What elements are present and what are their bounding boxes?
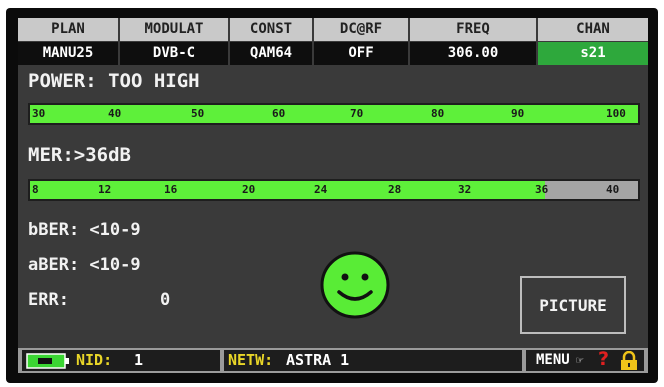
power-scale-tick: 70 bbox=[350, 107, 364, 120]
mer-scale-tick: 40 bbox=[606, 183, 620, 196]
power-level-bar: 30 40 50 60 70 80 90 100 bbox=[28, 103, 640, 125]
power-scale-tick: 80 bbox=[431, 107, 445, 120]
power-scale-tick: 90 bbox=[511, 107, 525, 120]
question-mark-icon[interactable]: ? bbox=[598, 348, 609, 370]
network-label: NETW: bbox=[228, 351, 274, 369]
power-status-label: POWER: TOO HIGH bbox=[28, 70, 200, 92]
mer-scale-tick: 12 bbox=[98, 183, 112, 196]
err-value: 0 bbox=[160, 290, 171, 310]
header-value-plan[interactable]: MANU25 bbox=[18, 42, 120, 65]
battery-icon bbox=[26, 353, 69, 369]
header-value-frequency[interactable]: 306.00 bbox=[410, 42, 538, 65]
menu-label[interactable]: MENU bbox=[536, 352, 570, 368]
power-scale-tick: 50 bbox=[191, 107, 205, 120]
aber-readout: aBER: <10-9 bbox=[28, 255, 141, 275]
header-label-frequency[interactable]: FREQ bbox=[410, 18, 538, 41]
mer-scale-tick: 36 bbox=[535, 183, 549, 196]
menu-hand-icon[interactable]: ☞ bbox=[576, 353, 583, 367]
nid-label: NID: bbox=[76, 351, 113, 369]
mer-scale-tick: 24 bbox=[314, 183, 328, 196]
mer-scale-tick: 32 bbox=[458, 183, 472, 196]
smiley-face-icon bbox=[320, 251, 390, 319]
header-label-dc-at-rf[interactable]: DC@RF bbox=[314, 18, 410, 41]
mer-scale-tick: 20 bbox=[242, 183, 256, 196]
power-scale-tick: 30 bbox=[32, 107, 46, 120]
measurement-header: PLAN MODULAT CONST DC@RF FREQ CHAN MANU2… bbox=[18, 18, 648, 66]
mer-level-remainder bbox=[545, 181, 638, 199]
power-scale-tick: 40 bbox=[108, 107, 122, 120]
bber-readout: bBER: <10-9 bbox=[28, 220, 141, 240]
mer-scale-tick: 28 bbox=[388, 183, 402, 196]
mer-scale-tick: 16 bbox=[164, 183, 178, 196]
status-bar: NID: 1 NETW: ASTRA 1 MENU ☞ ? bbox=[18, 348, 648, 373]
err-label: ERR: bbox=[28, 290, 69, 310]
header-value-dc-at-rf[interactable]: OFF bbox=[314, 42, 410, 65]
meter-screen: PLAN MODULAT CONST DC@RF FREQ CHAN MANU2… bbox=[18, 18, 648, 373]
header-label-modulation[interactable]: MODULAT bbox=[120, 18, 230, 41]
network-value: ASTRA 1 bbox=[286, 351, 350, 369]
header-label-constellation[interactable]: CONST bbox=[230, 18, 314, 41]
header-label-channel[interactable]: CHAN bbox=[538, 18, 648, 41]
power-scale-tick: 60 bbox=[272, 107, 286, 120]
mer-scale-tick: 8 bbox=[32, 183, 39, 196]
header-label-plan[interactable]: PLAN bbox=[18, 18, 120, 41]
header-value-modulation[interactable]: DVB-C bbox=[120, 42, 230, 65]
mer-level-bar: 8 12 16 20 24 28 32 36 40 bbox=[28, 179, 640, 201]
mer-status-label: MER:>36dB bbox=[28, 144, 131, 166]
picture-button[interactable]: PICTURE bbox=[520, 276, 626, 334]
header-value-channel[interactable]: s21 bbox=[538, 42, 648, 65]
nid-value: 1 bbox=[134, 351, 144, 369]
padlock-icon[interactable] bbox=[618, 351, 640, 371]
power-scale-tick: 100 bbox=[606, 107, 626, 120]
header-value-constellation[interactable]: QAM64 bbox=[230, 42, 314, 65]
